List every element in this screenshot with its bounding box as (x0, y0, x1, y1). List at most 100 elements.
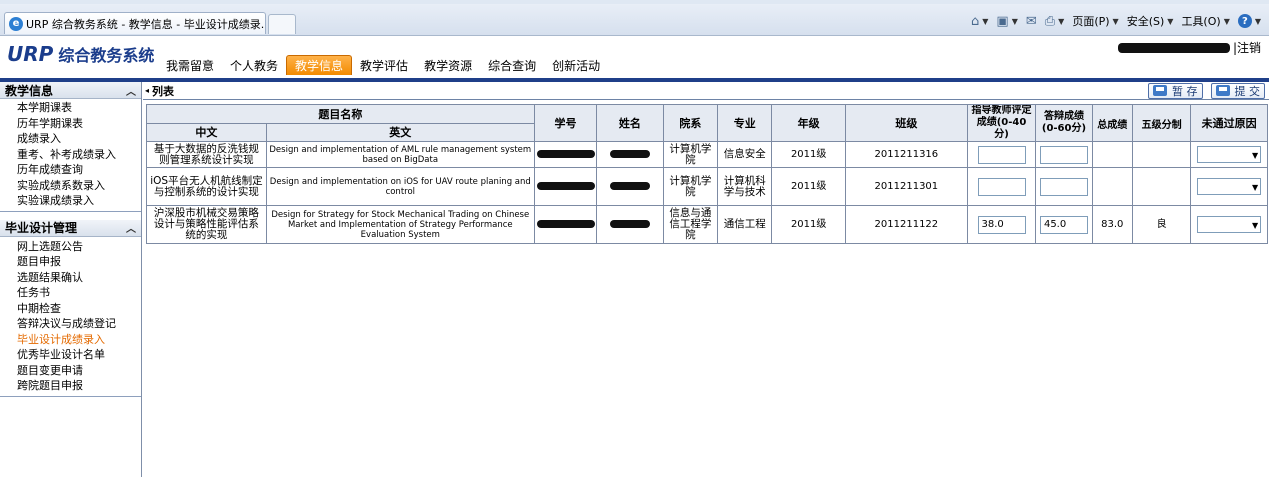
defense-score-input[interactable] (1039, 177, 1088, 196)
chevron-down-icon: ▼ (1112, 16, 1119, 26)
sidebar-item-excellent-list[interactable]: 优秀毕业设计名单 (17, 347, 141, 363)
main-panel: ◂ 列表 暂 存 提 交 题目名称 学号 姓名 院系 专业 年级 班级 指导教师… (143, 82, 1269, 477)
table-row: 基于大数据的反洗钱规则管理系统设计实现 Design and implement… (146, 141, 1268, 168)
major: 通信工程 (717, 205, 773, 244)
feeds-icon: ▣ (996, 13, 1009, 29)
defense-score-input[interactable] (1039, 145, 1088, 164)
tools-menu[interactable]: 工具(O) ▼ (1181, 13, 1229, 29)
sidebar-section-graduation: 毕业设计管理 ︿ 网上选题公告 题目申报 选题结果确认 任务书 中期检查 答辩决… (0, 219, 141, 397)
sidebar-item-retake-entry[interactable]: 重考、补考成绩录入 (17, 147, 141, 163)
header-topic: 题目名称 (146, 104, 535, 124)
header-college: 院系 (662, 104, 719, 142)
nav-item-evaluation[interactable]: 教学评估 (352, 55, 416, 75)
level (1131, 141, 1192, 168)
sidebar-item-semester-timetable[interactable]: 本学期课表 (17, 100, 141, 116)
nav-item-innovation[interactable]: 创新活动 (544, 55, 608, 75)
print-button[interactable]: ⎙ ▼ (1045, 14, 1065, 29)
advisor-score-input[interactable] (977, 215, 1026, 234)
fail-reason-select[interactable]: ▼ (1197, 146, 1262, 163)
sidebar-item-topic-change[interactable]: 题目变更申请 (17, 363, 141, 379)
feeds-button[interactable]: ▣ ▼ (996, 14, 1017, 29)
major: 信息安全 (717, 141, 773, 168)
sidebar-section-teaching: 教学信息 ︿ 本学期课表 历年学期课表 成绩录入 重考、补考成绩录入 历年成绩查… (0, 82, 141, 212)
mail-button[interactable]: ✉ (1026, 14, 1037, 29)
student-name-redacted (596, 167, 664, 206)
print-icon: ⎙ (1044, 13, 1056, 29)
fail-reason-select[interactable]: ▼ (1197, 216, 1262, 233)
header-zh: 中文 (146, 122, 267, 142)
student-id-redacted (533, 167, 598, 206)
topic-zh: 基于大数据的反洗钱规则管理系统设计实现 (146, 141, 267, 168)
logo-mark: URP (7, 42, 54, 66)
sidebar-item-topic-confirm[interactable]: 选题结果确认 (17, 270, 141, 286)
collapse-arrow-icon[interactable]: ◂ (145, 86, 149, 95)
chevron-up-icon[interactable]: ︿ (126, 83, 136, 98)
list-title: ◂ 列表 (145, 83, 174, 99)
header-student-id: 学号 (533, 104, 598, 142)
header-name: 姓名 (596, 104, 664, 142)
advisor-score-cell (966, 141, 1037, 168)
save-button[interactable]: 暂 存 (1148, 82, 1203, 99)
page-menu[interactable]: 页面(P) ▼ (1072, 13, 1118, 29)
fail-reason-cell: ▼ (1190, 167, 1268, 206)
defense-score-input[interactable] (1039, 215, 1088, 234)
advisor-score-input[interactable] (977, 177, 1026, 196)
sidebar-section-header[interactable]: 毕业设计管理 ︿ (0, 219, 141, 237)
class: 2011211122 (844, 205, 968, 244)
sidebar-item-topic-notice[interactable]: 网上选题公告 (17, 239, 141, 255)
submit-button[interactable]: 提 交 (1210, 82, 1265, 99)
table-row: 沪深股市机械交易策略设计与策略性能评估系统的实现 Design for Stra… (146, 205, 1268, 244)
chevron-down-icon: ▼ (1167, 16, 1174, 26)
sidebar-item-midterm[interactable]: 中期检查 (17, 301, 141, 317)
submit-label: 提 交 (1234, 84, 1261, 98)
chevron-down-icon: ▼ (1223, 16, 1230, 26)
help-menu[interactable]: ? ▼ (1237, 14, 1261, 28)
sidebar-item-score-history[interactable]: 历年成绩查询 (17, 162, 141, 178)
fail-reason-cell: ▼ (1190, 141, 1268, 168)
major: 计算机科学与技术 (717, 167, 773, 206)
dropdown-arrow-icon: ▼ (1252, 151, 1259, 160)
home-button[interactable]: ⌂ ▼ (971, 14, 988, 29)
nav-item-watch[interactable]: 我需留意 (158, 55, 222, 75)
sidebar-item-lab-score[interactable]: 实验课成绩录入 (17, 193, 141, 209)
college: 信息与通信工程学院 (662, 205, 719, 244)
sidebar-item-topic-apply[interactable]: 题目申报 (17, 254, 141, 270)
list-toolbar: ◂ 列表 暂 存 提 交 (143, 82, 1269, 100)
save-icon (1153, 85, 1167, 96)
home-icon: ⌂ (970, 13, 980, 29)
class: 2011211316 (844, 141, 968, 168)
page-menu-label: 页面(P) (1072, 15, 1110, 28)
help-icon: ? (1237, 14, 1252, 28)
new-tab-button[interactable] (268, 14, 296, 34)
nav-item-teaching-info[interactable]: 教学信息 (286, 55, 353, 75)
sidebar-section-header[interactable]: 教学信息 ︿ (0, 82, 141, 99)
student-name-redacted (596, 141, 664, 168)
safety-menu[interactable]: 安全(S) ▼ (1127, 13, 1174, 29)
defense-score-cell (1035, 141, 1093, 168)
header-defense-score: 答辩成绩(0-60分) (1035, 104, 1093, 142)
sidebar-item-lab-coefficient[interactable]: 实验成绩系数录入 (17, 178, 141, 194)
nav-item-query[interactable]: 综合查询 (480, 55, 544, 75)
sidebar-item-cross-college[interactable]: 跨院题目申报 (17, 378, 141, 394)
sidebar-item-assignment[interactable]: 任务书 (17, 285, 141, 301)
ie-icon: e (9, 16, 23, 31)
grade: 2011级 (771, 205, 846, 244)
college: 计算机学院 (662, 167, 719, 206)
dropdown-arrow-icon: ▼ (1252, 183, 1259, 192)
level: 良 (1131, 205, 1192, 244)
chevron-up-icon[interactable]: ︿ (126, 220, 136, 235)
nav-item-personal[interactable]: 个人教务 (222, 55, 286, 75)
sidebar-item-defense[interactable]: 答辩决议与成绩登记 (17, 316, 141, 332)
browser-tab[interactable]: e URP 综合教务系统 - 教学信息 - 毕业设计成绩录... (4, 12, 266, 34)
nav-item-resources[interactable]: 教学资源 (416, 55, 480, 75)
logout-link[interactable]: |注销 (1233, 39, 1261, 56)
user-name-redacted (1117, 42, 1230, 53)
advisor-score-input[interactable] (977, 145, 1026, 164)
submit-icon (1215, 85, 1230, 96)
sidebar-item-graduation-score[interactable]: 毕业设计成绩录入 (17, 332, 141, 348)
grade: 2011级 (771, 141, 846, 168)
chevron-down-icon: ▼ (982, 16, 989, 26)
sidebar-item-score-entry[interactable]: 成绩录入 (17, 131, 141, 147)
sidebar-item-past-timetable[interactable]: 历年学期课表 (17, 116, 141, 132)
fail-reason-select[interactable]: ▼ (1197, 178, 1262, 195)
